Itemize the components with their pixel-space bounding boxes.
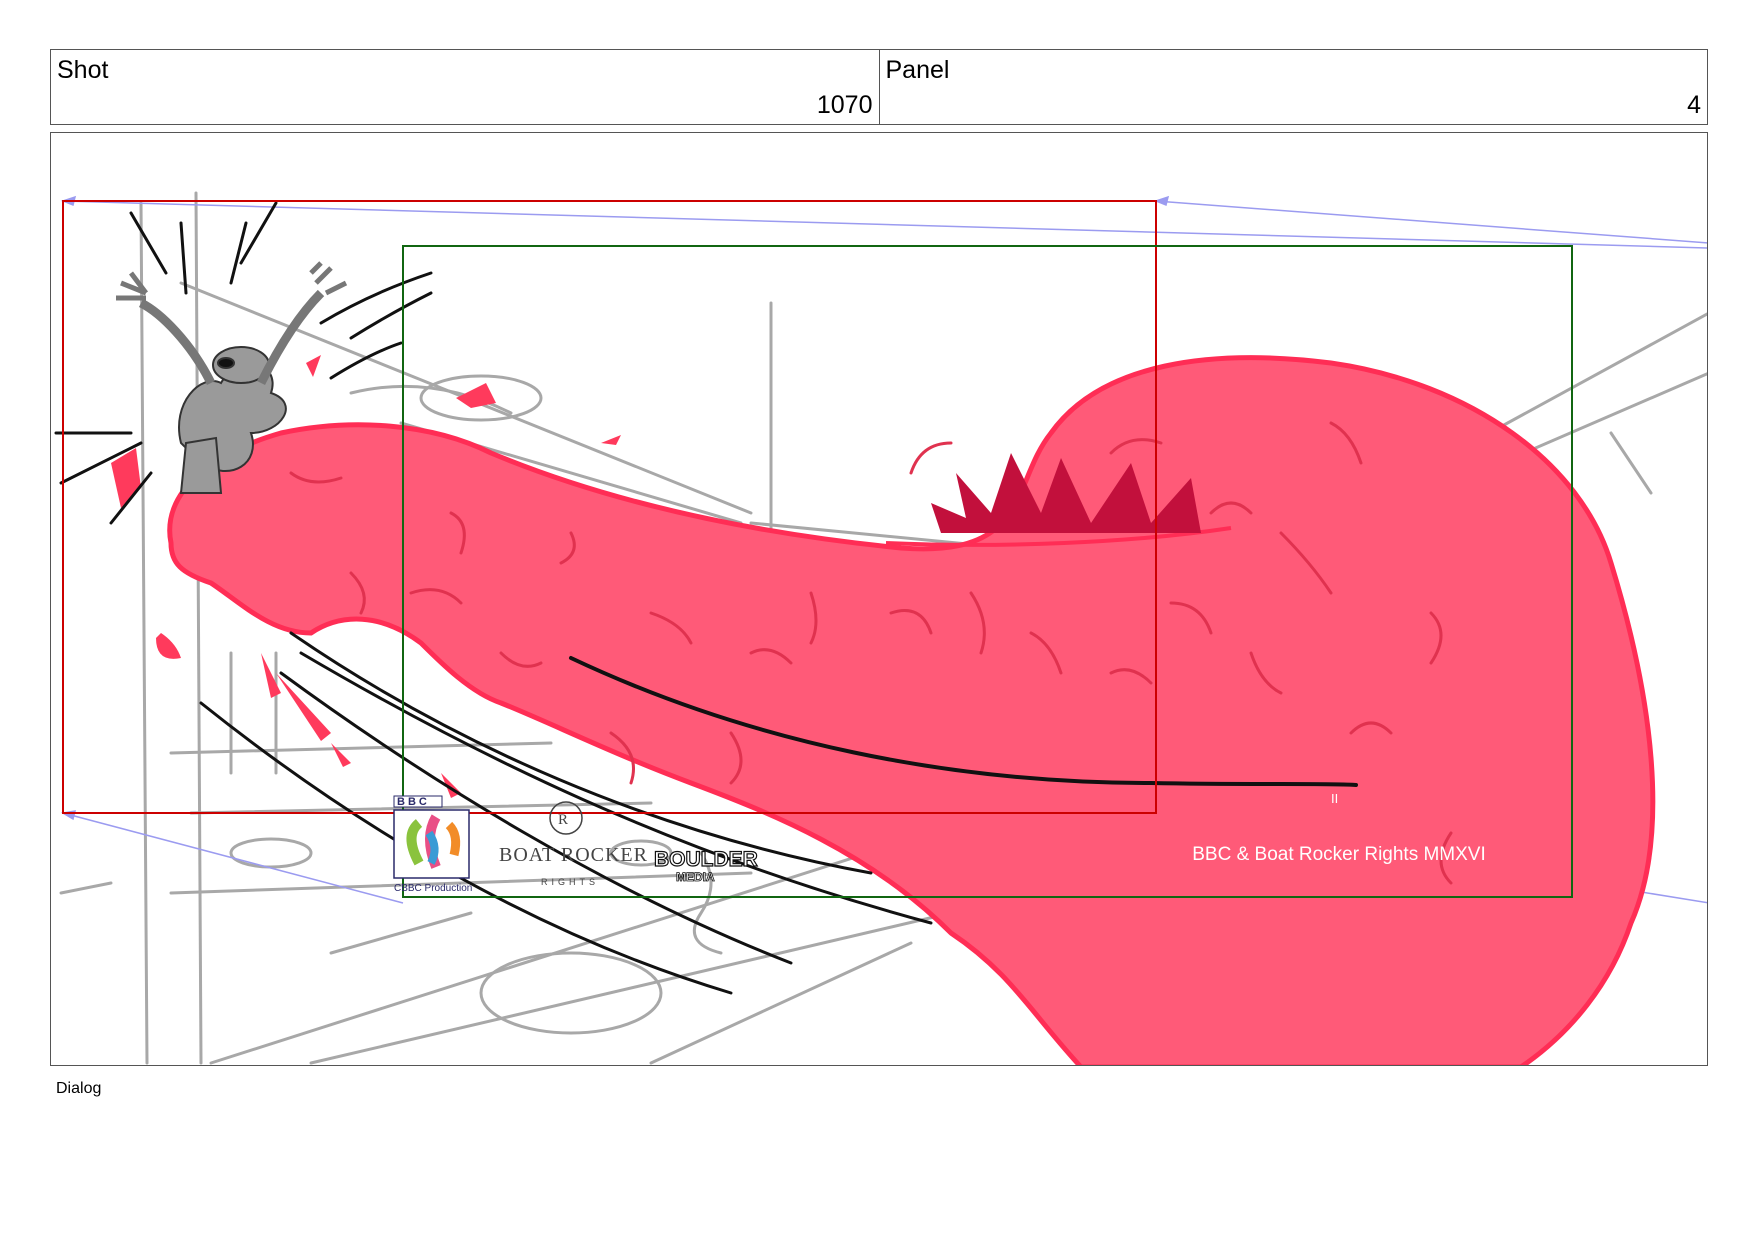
panel-cell: Panel 4 <box>878 50 1708 124</box>
shot-cell: Shot 1070 <box>51 50 879 124</box>
boat-rocker-name: BOAT ROCKER <box>499 844 648 866</box>
copyright-notice: BBC & Boat Rocker Rights MMXVI <box>1192 844 1486 865</box>
boulder-name: BOULDER <box>654 848 758 871</box>
storyboard-frame: BBC CBBC Production R BOAT ROCKER RIGHTS… <box>50 132 1708 1066</box>
cbbc-production-caption: CBBC Production <box>394 883 472 894</box>
giant-tongue <box>111 355 1656 1065</box>
svg-text:R: R <box>558 812 568 828</box>
boulder-media: MEDIA <box>676 870 715 884</box>
panel-label: Panel <box>885 56 950 84</box>
pause-mark: II <box>1331 791 1338 806</box>
panel-number: 4 <box>1687 91 1701 119</box>
shot-label: Shot <box>57 56 109 84</box>
boat-rocker-rights: RIGHTS <box>541 877 599 887</box>
bbc-mark: BBC <box>397 796 430 808</box>
boulder-media-logo: BOULDER MEDIA <box>653 847 758 884</box>
boat-rocker-logo: R BOAT ROCKER RIGHTS <box>499 801 648 887</box>
dialog-label: Dialog <box>56 1080 102 1097</box>
storyboard-drawing: BBC CBBC Production R BOAT ROCKER RIGHTS… <box>54 191 1707 1065</box>
shot-number: 1070 <box>816 91 873 119</box>
shot-panel-header: Shot 1070 Panel 4 <box>50 49 1708 125</box>
